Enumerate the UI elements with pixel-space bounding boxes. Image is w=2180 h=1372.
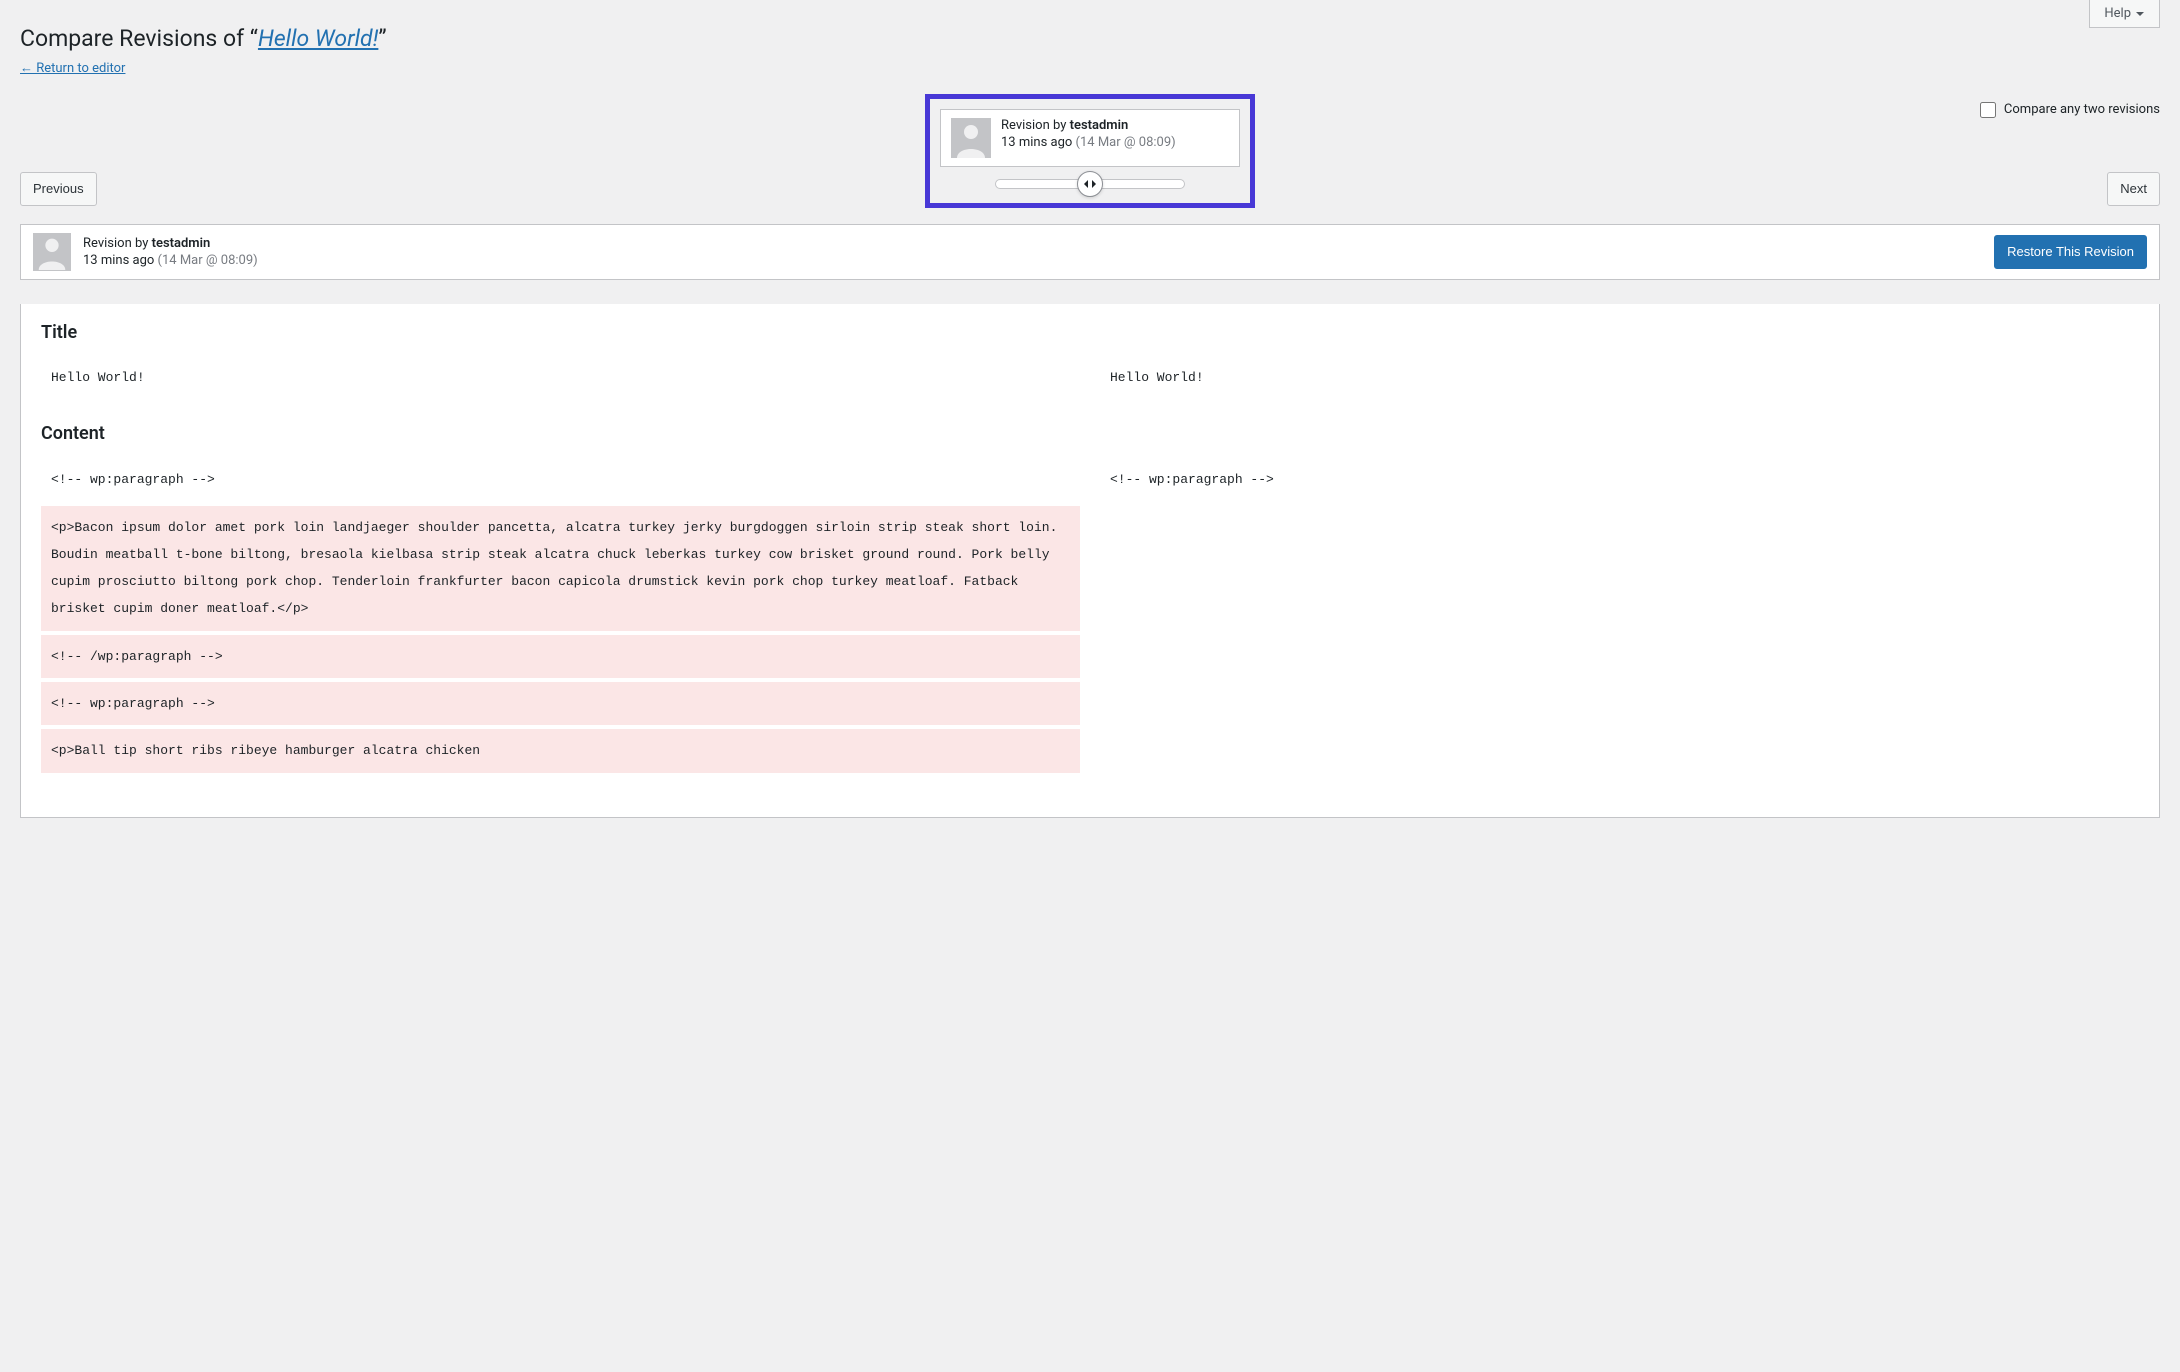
help-tab[interactable]: Help — [2089, 0, 2160, 28]
revision-meta-bar: Revision by testadmin 13 mins ago (14 Ma… — [20, 224, 2160, 280]
diff-line-removed: <p>Bacon ipsum dolor amet pork loin land… — [41, 506, 1080, 631]
help-label: Help — [2104, 6, 2131, 21]
diff-line-context: <!-- wp:paragraph --> — [41, 458, 1080, 501]
diff-panel: Title Hello World! Hello World! Content … — [20, 304, 2160, 818]
tooltip-author-line: Revision by testadmin — [1001, 118, 1176, 133]
next-button[interactable]: Next — [2107, 172, 2160, 206]
diff-line-removed: <p>Ball tip short ribs ribeye hamburger … — [41, 729, 1080, 772]
diff-line-removed: <!-- /wp:paragraph --> — [41, 635, 1080, 678]
compare-two-label: Compare any two revisions — [2004, 102, 2160, 117]
diff-title-heading: Title — [41, 322, 2139, 343]
revision-tooltip: Revision by testadmin 13 mins ago (14 Ma… — [940, 109, 1240, 167]
arrow-right-icon — [1090, 179, 1098, 189]
avatar — [33, 233, 71, 271]
title-prefix: Compare Revisions of “ — [20, 25, 258, 52]
avatar — [951, 118, 991, 158]
revision-slider-highlight: Revision by testadmin 13 mins ago (14 Ma… — [925, 94, 1255, 208]
revision-slider-handle[interactable] — [1077, 171, 1103, 197]
compare-two-toggle[interactable]: Compare any two revisions — [1980, 102, 2160, 118]
tooltip-author: testadmin — [1070, 118, 1129, 133]
avatar-icon — [951, 118, 991, 158]
return-to-editor-link[interactable]: ← Return to editor — [20, 60, 125, 76]
compare-two-checkbox[interactable] — [1980, 102, 1996, 118]
diff-content-right: <!-- wp:paragraph --> — [1100, 458, 2139, 776]
diff-content-heading: Content — [41, 423, 2139, 444]
tooltip-time-line: 13 mins ago (14 Mar @ 08:09) — [1001, 135, 1176, 150]
chevron-down-icon — [2135, 9, 2145, 19]
diff-line-context: <!-- wp:paragraph --> — [1100, 458, 2139, 501]
post-title-link[interactable]: Hello World! — [258, 25, 378, 52]
meta-author: testadmin — [152, 236, 211, 251]
diff-content-left: <!-- wp:paragraph --> <p>Bacon ipsum dolo… — [41, 458, 1080, 776]
diff-title-left: Hello World! — [41, 357, 1080, 397]
diff-title-right: Hello World! — [1100, 357, 2139, 397]
avatar-icon — [33, 233, 71, 271]
meta-author-line: Revision by testadmin — [83, 236, 258, 251]
page-title: Compare Revisions of “Hello World!” — [20, 24, 2160, 54]
title-suffix: ” — [378, 25, 386, 52]
previous-button[interactable]: Previous — [20, 172, 97, 206]
restore-revision-button[interactable]: Restore This Revision — [1994, 235, 2147, 269]
diff-line-removed: <!-- wp:paragraph --> — [41, 682, 1080, 725]
arrow-left-icon — [1082, 179, 1090, 189]
meta-time-line: 13 mins ago (14 Mar @ 08:09) — [83, 253, 258, 268]
